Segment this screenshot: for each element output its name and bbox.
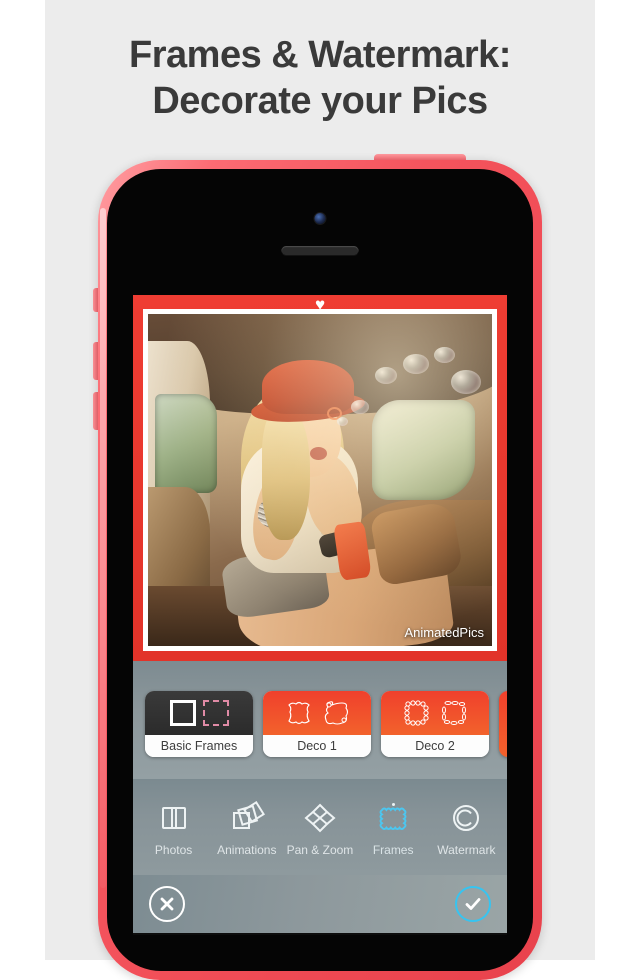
editor-toolbar: Photos Animations Pan & Zoom Frames Wate… xyxy=(133,779,507,875)
ornate-frame-icon xyxy=(287,701,310,725)
page-title-line-2: Decorate your Pics xyxy=(152,80,488,122)
close-icon xyxy=(160,897,174,911)
app-screen: ♥ AnimatedPics Basic Frames Deco 1 Deco … xyxy=(133,295,507,935)
watermark-text: AnimatedPics xyxy=(404,625,484,640)
frame-chooser-scroll[interactable]: Basic Frames Deco 1 Deco 2 xyxy=(145,691,507,757)
tool-label: Pan & Zoom xyxy=(286,842,354,857)
frame-chooser-strip[interactable]: Basic Frames Deco 1 Deco 2 xyxy=(133,661,507,779)
tool-animations[interactable]: Animations xyxy=(212,798,282,857)
beaded-frame-icon xyxy=(403,700,429,726)
photo-preview[interactable]: ♥ AnimatedPics xyxy=(133,295,507,661)
phone-screen-glass: ♥ AnimatedPics Basic Frames Deco 1 Deco … xyxy=(107,169,533,971)
swirl-frame-icon xyxy=(324,701,348,725)
tool-watermark[interactable]: Watermark xyxy=(431,798,501,857)
tool-pan-zoom[interactable]: Pan & Zoom xyxy=(285,798,355,857)
frame-category-label: Deco 2 xyxy=(381,735,489,757)
earpiece-speaker xyxy=(281,246,359,255)
confirm-button[interactable] xyxy=(455,886,491,922)
leaf-chain-frame-icon xyxy=(441,701,466,725)
animations-icon xyxy=(229,798,265,838)
check-icon xyxy=(465,898,481,910)
tool-label: Watermark xyxy=(437,842,496,857)
active-indicator-dot xyxy=(391,802,395,806)
photo-image: AnimatedPics xyxy=(148,314,492,646)
tool-label: Frames xyxy=(372,842,414,857)
solid-square-icon xyxy=(169,700,196,726)
pan-zoom-icon xyxy=(302,798,338,838)
sun-flare-overlay xyxy=(148,314,492,646)
dashed-square-icon xyxy=(202,700,229,726)
heart-icon: ♥ xyxy=(314,295,326,314)
frame-category-deco-2[interactable]: Deco 2 xyxy=(381,691,489,757)
photo-inner-border: AnimatedPics xyxy=(143,309,497,651)
frame-category-deco-1[interactable]: Deco 1 xyxy=(263,691,371,757)
deco-1-thumbnail xyxy=(263,691,371,735)
front-camera-icon xyxy=(314,213,326,224)
frame-category-label: Basic Frames xyxy=(145,735,253,757)
action-bar xyxy=(133,875,507,935)
tool-label: Animations xyxy=(217,842,277,857)
phone-mockup: ♥ AnimatedPics Basic Frames Deco 1 Deco … xyxy=(93,154,542,980)
cancel-button[interactable] xyxy=(149,886,185,922)
tool-label: Photos xyxy=(154,842,193,857)
frame-category-next-partial[interactable] xyxy=(499,691,507,757)
page-title: Frames & Watermark: Decorate your Pics xyxy=(45,32,595,124)
page-title-line-1: Frames & Watermark: xyxy=(129,34,511,76)
frame-category-basic-frames[interactable]: Basic Frames xyxy=(145,691,253,757)
frame-category-label: Deco 1 xyxy=(263,735,371,757)
watermark-icon xyxy=(449,798,483,838)
photos-icon xyxy=(157,798,191,838)
basic-frames-thumbnail xyxy=(145,691,253,735)
deco-2-thumbnail xyxy=(381,691,489,735)
tool-photos[interactable]: Photos xyxy=(139,798,209,857)
tool-frames[interactable]: Frames xyxy=(358,798,428,857)
